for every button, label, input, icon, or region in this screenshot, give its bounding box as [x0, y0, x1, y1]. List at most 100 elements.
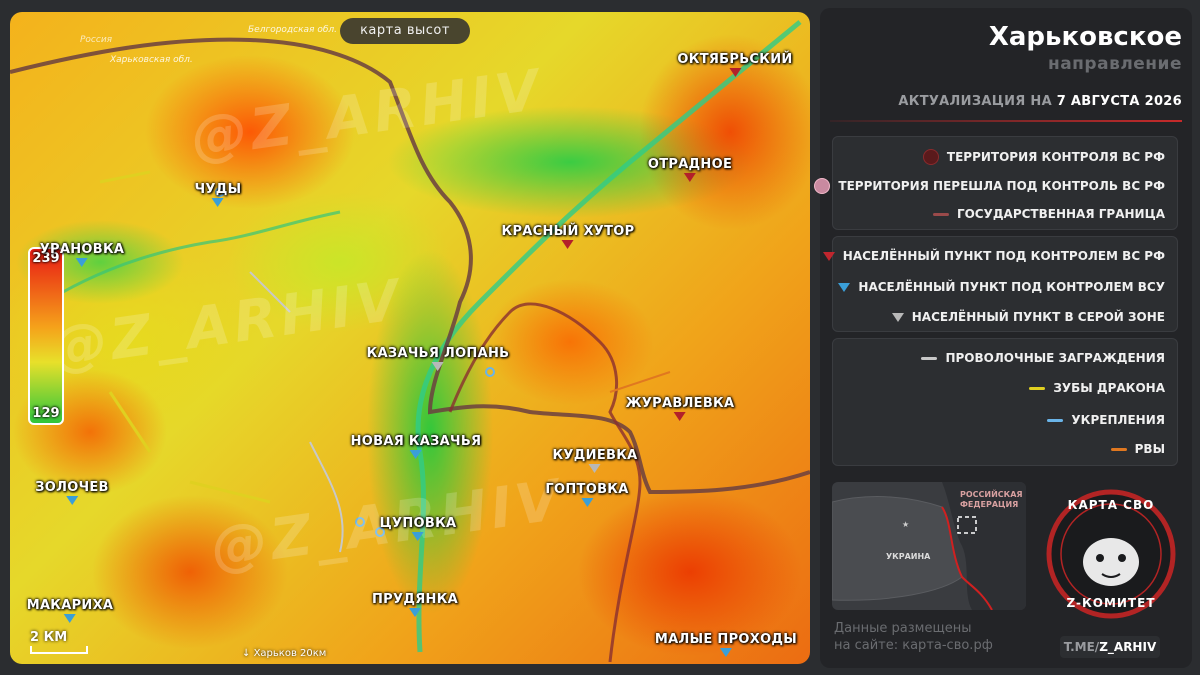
ua-control-marker	[63, 614, 76, 623]
rf-territory-icon	[922, 149, 939, 165]
settlement-zhuravlevka[interactable]: ЖУРАВЛЕВКА	[626, 396, 735, 421]
settlement-name: КУДИЕВКА	[552, 448, 638, 463]
legend-label: НАСЕЛЁННЫЙ ПУНКТ ПОД КОНТРОЛЕМ ВСУ	[858, 280, 1165, 294]
dragon-teeth	[108, 391, 152, 453]
settlement-name: ЦУПОВКА	[379, 516, 457, 531]
settlement-name: ЧУДЫ	[194, 182, 242, 197]
border-line-icon	[932, 212, 949, 216]
settlement-tsupovka[interactable]: ЦУПОВКА	[380, 516, 457, 541]
update-date: АКТУАЛИЗАЦИЯ НА 7 АВГУСТА 2026	[898, 94, 1182, 109]
page-subtitle: направление	[1047, 54, 1182, 74]
settlement-name: КАЗАЧЬЯ ЛОПАНЬ	[366, 346, 510, 361]
logo-bottom-text: Z-КОМИТЕТ	[1066, 596, 1156, 610]
settlement-name: ПРУДЯНКА	[372, 592, 458, 607]
legend-label: ЗУБЫ ДРАКОНА	[1053, 381, 1165, 395]
settlement-otradnoe[interactable]: ОТРАДНОЕ	[648, 157, 732, 182]
legend-item-ua-settlement: НАСЕЛЁННЫЙ ПУНКТ ПОД КОНТРОЛЕМ ВСУ	[838, 280, 1165, 294]
legend-item-ditches: РВЫ	[1110, 442, 1165, 456]
settlement-chudy[interactable]: ЧУДЫ	[195, 182, 242, 207]
ua-control-marker	[66, 496, 78, 505]
scale-bar-line	[30, 646, 88, 654]
settlement-oktyabrsky[interactable]: ОКТЯБРЬСКИЙ	[677, 52, 792, 77]
source-line-1: Данные размещены	[834, 621, 972, 636]
legend-settlements: НАСЕЛЁННЫЙ ПУНКТ ПОД КОНТРОЛЕМ ВС РФ НАС…	[822, 236, 1178, 332]
settlement-kudievka[interactable]: КУДИЕВКА	[553, 448, 638, 473]
kharkiv-direction-hint: ↓ Харьков 20км	[242, 648, 326, 659]
map-type-pill[interactable]: карта высот	[340, 18, 470, 44]
kharkiv-direction-text: Харьков 20км	[253, 648, 327, 659]
grey-triangle-icon	[891, 312, 904, 322]
settlement-novaya-kazachya[interactable]: НОВАЯ КАЗАЧЬЯ	[351, 434, 482, 459]
red-triangle-icon	[822, 251, 835, 261]
settlement-name: МАЛЫЕ ПРОХОДЫ	[654, 632, 798, 647]
settlement-krasny-khutor[interactable]: КРАСНЫЙ ХУТОР	[502, 224, 635, 249]
telegram-link[interactable]: T.ME/Z_ARHIV	[1060, 636, 1160, 658]
rf-control-marker	[674, 412, 686, 421]
dragon-teeth	[99, 170, 151, 184]
grey-zone-marker	[432, 362, 444, 371]
title-divider	[830, 120, 1182, 122]
settlement-uranovka[interactable]: УРАНОВКА	[40, 242, 125, 267]
elevation-scale: 239 129	[28, 247, 64, 425]
legend-label: УКРЕПЛЕНИЯ	[1071, 413, 1165, 427]
rf-control-marker	[684, 173, 696, 182]
scale-bar: 2 КМ	[30, 630, 88, 654]
settlement-goptovka[interactable]: ГОПТОВКА	[545, 482, 628, 507]
ua-control-marker	[212, 198, 224, 207]
settlement-name: НОВАЯ КАЗАЧЬЯ	[350, 434, 482, 449]
settlement-name: КРАСНЫЙ ХУТОР	[501, 224, 635, 239]
legend-item-grey-settlement: НАСЕЛЁННЫЙ ПУНКТ В СЕРОЙ ЗОНЕ	[891, 310, 1165, 324]
ditch	[609, 371, 671, 393]
elevation-min: 129	[32, 406, 60, 421]
data-source: Данные размещены на сайте: карта-сво.рф	[834, 620, 993, 654]
settlement-name: МАКАРИХА	[26, 598, 114, 613]
elevation-map[interactable]: Белгородская обл. Россия Харьковская обл…	[10, 12, 810, 664]
update-date-value: 7 АВГУСТА 2026	[1056, 94, 1182, 109]
settlement-name: УРАНОВКА	[39, 242, 125, 257]
legend-label: НАСЕЛЁННЫЙ ПУНКТ В СЕРОЙ ЗОНЕ	[911, 310, 1165, 324]
legend-label: ТЕРРИТОРИЯ ПЕРЕШЛА ПОД КОНТРОЛЬ ВС РФ	[838, 179, 1165, 193]
source-line-2[interactable]: на сайте: карта-сво.рф	[834, 637, 993, 654]
z-komitet-logo: КАРТА СВО Z-КОМИТЕТ	[1036, 482, 1186, 632]
settlement-name: ЗОЛОЧЕВ	[35, 480, 109, 495]
sidebar: Харьковское направление АКТУАЛИЗАЦИЯ НА …	[814, 8, 1192, 668]
rf-control-marker	[728, 68, 741, 77]
legend-item-state-border: ГОСУДАРСТВЕННАЯ ГРАНИЦА	[932, 207, 1165, 221]
ua-control-marker	[720, 648, 732, 657]
ua-control-marker	[409, 608, 421, 617]
page-title: Харьковское	[988, 22, 1182, 52]
region-label-russia: Россия	[80, 35, 113, 45]
settlement-name: ЖУРАВЛЕВКА	[625, 396, 735, 411]
minimap-ukraine-label: УКРАИНА	[886, 552, 931, 561]
overview-minimap[interactable]: ★ УКРАИНА РОССИЙСКАЯ ФЕДЕРАЦИЯ	[832, 482, 1026, 610]
ditch-line-icon	[1110, 447, 1127, 451]
minimap-rf-label: РОССИЙСКАЯ ФЕДЕРАЦИЯ	[960, 490, 1023, 510]
tg-prefix: T.ME/	[1063, 640, 1100, 654]
settlement-malye-prokhody[interactable]: МАЛЫЕ ПРОХОДЫ	[655, 632, 797, 657]
logo-top-text: КАРТА СВО	[1067, 498, 1155, 512]
settlement-zolochev[interactable]: ЗОЛОЧЕВ	[35, 480, 109, 505]
legend-item-rf-territory: ТЕРРИТОРИЯ КОНТРОЛЯ ВС РФ	[922, 149, 1165, 165]
legend-territory: ТЕРРИТОРИЯ КОНТРОЛЯ ВС РФ ТЕРРИТОРИЯ ПЕР…	[814, 136, 1178, 230]
svg-text:★: ★	[902, 520, 909, 529]
legend-label: ПРОВОЛОЧНЫЕ ЗАГРАЖДЕНИЯ	[945, 351, 1165, 365]
legend-fortifications: ПРОВОЛОЧНЫЕ ЗАГРАЖДЕНИЯ ЗУБЫ ДРАКОНА УКР…	[832, 338, 1178, 466]
ua-control-marker	[410, 450, 422, 459]
ua-control-marker	[412, 532, 424, 541]
rf-control-marker	[562, 240, 574, 249]
new-rf-territory-icon	[814, 178, 831, 194]
grey-zone-marker	[588, 464, 601, 473]
settlement-prudyanka[interactable]: ПРУДЯНКА	[372, 592, 458, 617]
fortification-line-icon	[1047, 418, 1064, 422]
settlement-name: ОКТЯБРЬСКИЙ	[677, 52, 793, 67]
legend-label: ТЕРРИТОРИЯ КОНТРОЛЯ ВС РФ	[946, 150, 1165, 164]
legend-item-wire: ПРОВОЛОЧНЫЕ ЗАГРАЖДЕНИЯ	[921, 351, 1165, 365]
settlement-makarikha[interactable]: МАКАРИХА	[27, 598, 114, 623]
region-label-kharkiv: Харьковская обл.	[109, 55, 193, 65]
region-label-belgorod: Белгородская обл.	[248, 25, 337, 35]
minimap-rf-line1: РОССИЙСКАЯ	[960, 490, 1023, 499]
dragon-teeth	[189, 480, 271, 504]
legend-label: ГОСУДАРСТВЕННАЯ ГРАНИЦА	[956, 207, 1165, 221]
settlement-kazachya-lopan[interactable]: КАЗАЧЬЯ ЛОПАНЬ	[367, 346, 510, 371]
settlement-name: ОТРАДНОЕ	[647, 157, 733, 172]
